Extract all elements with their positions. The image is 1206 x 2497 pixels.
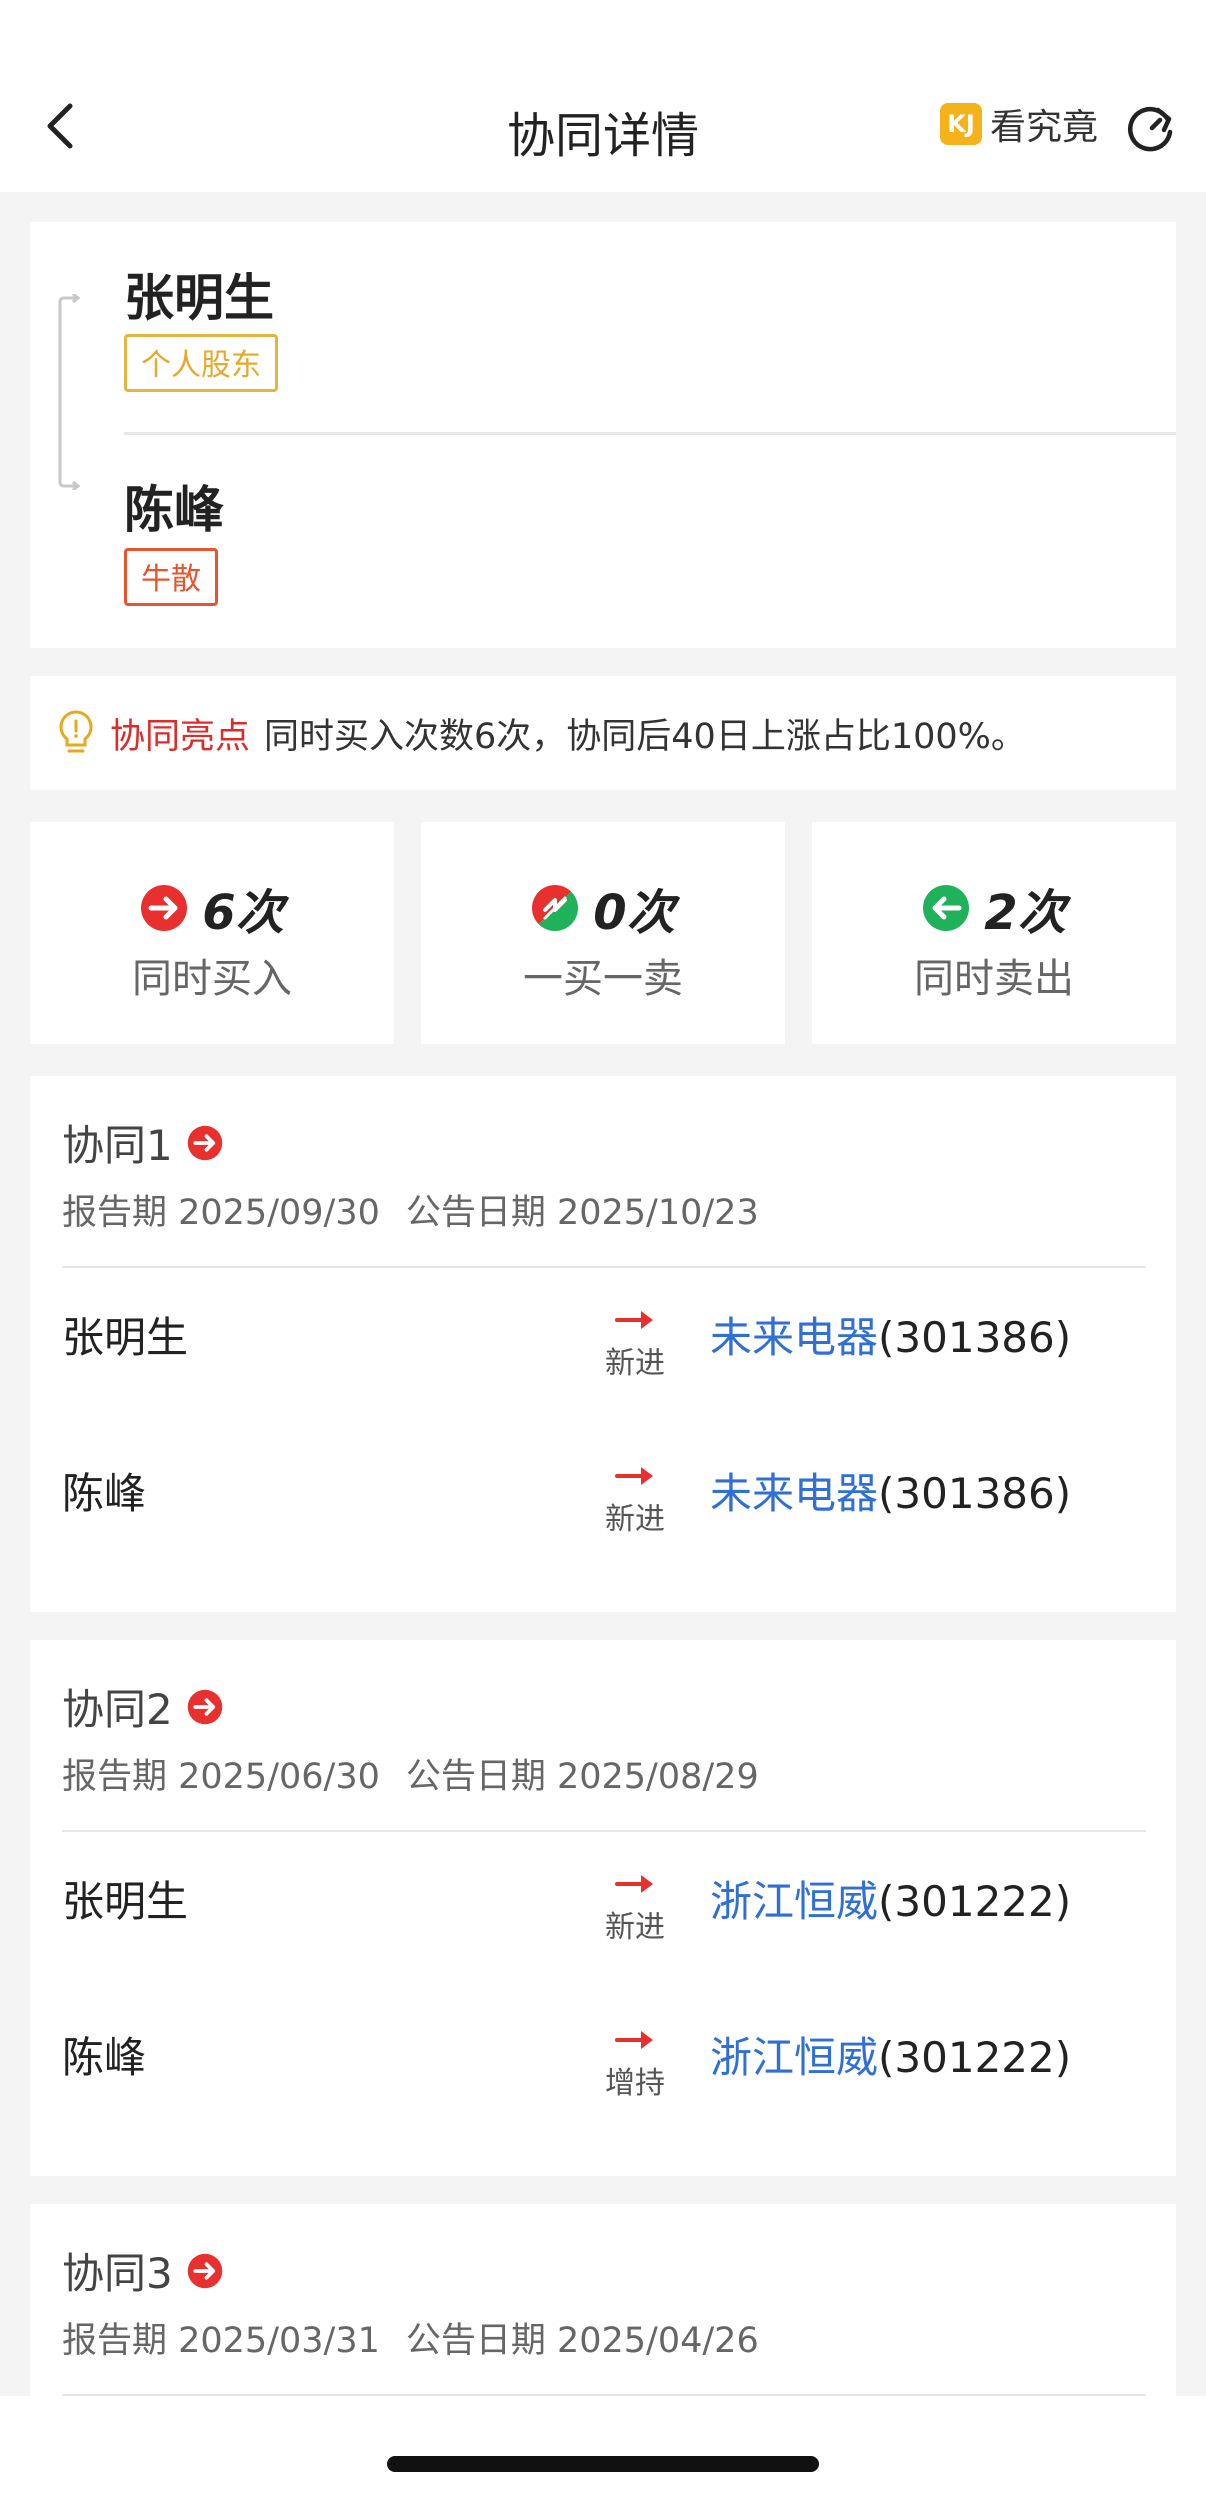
holding-row: 张明生 新进 浙江恒威(301222): [30, 1868, 1176, 1988]
stat-sell-together[interactable]: 2次 同时卖出: [812, 822, 1176, 1044]
announce-date: 公告日期 2025/10/23: [405, 1193, 759, 1233]
stock-link[interactable]: 未来电器(301386): [710, 1304, 1071, 1365]
report-period: 报告期 2025/09/30: [62, 1193, 380, 1233]
stock-name[interactable]: 未来电器: [710, 1313, 878, 1362]
report-period: 报告期 2025/03/31: [62, 2321, 380, 2361]
stat-buy-together[interactable]: 6次 同时买入: [30, 822, 394, 1044]
stock-name[interactable]: 浙江恒威: [710, 2033, 878, 2082]
stat-buy-sell[interactable]: 0次 一买一卖: [421, 822, 785, 1044]
link-bracket-icon: [58, 294, 80, 490]
holder-name: 张明生: [62, 1877, 189, 1926]
highlight-bar: 协同亮点 同时买入次数6次，协同后40日上涨占比100%。: [30, 676, 1176, 790]
buy-arrow-icon: [187, 1125, 222, 1160]
xietong-card-1: 协同1 报告期 2025/09/30 公告日期 2025/10/23 张明生 新进…: [30, 1076, 1176, 1612]
xietong-card-2: 协同2 报告期 2025/06/30 公告日期 2025/08/29 张明生 新进…: [30, 1640, 1176, 2176]
people-card: 张明生 个人股东 陈峰 牛散: [30, 222, 1176, 648]
holder-name: 张明生: [62, 1313, 189, 1362]
xietong-title-text: 协同2: [62, 1685, 173, 1734]
report-period: 报告期 2025/06/30: [62, 1757, 380, 1797]
stat-label: 同时买入: [132, 956, 292, 1002]
stat-label: 一买一卖: [523, 956, 683, 1002]
person-name-2[interactable]: 陈峰: [124, 470, 224, 542]
stock-link[interactable]: 浙江恒威(301222): [710, 2024, 1071, 2085]
kan-logo-icon: KJ: [940, 103, 982, 145]
person-name-1[interactable]: 张明生: [124, 258, 274, 330]
stock-link[interactable]: 浙江恒威(301222): [710, 1868, 1071, 1929]
xietong-dates: 报告期 2025/06/30 公告日期 2025/08/29: [62, 1748, 785, 1799]
stock-name[interactable]: 浙江恒威: [710, 1877, 878, 1926]
stock-link[interactable]: 未来电器(301386): [710, 1460, 1071, 1521]
divider: [62, 1266, 1146, 1268]
announce-date: 公告日期 2025/04/26: [405, 2321, 759, 2361]
holder-name: 陈峰: [62, 1469, 147, 1518]
stat-label: 同时卖出: [914, 956, 1074, 1002]
action-label: 增持: [605, 2066, 665, 2101]
right-arrow-icon: [615, 1875, 653, 1893]
buy-arrow-icon: [141, 885, 188, 931]
refresh-icon[interactable]: [1124, 100, 1180, 156]
buy-arrow-icon: [187, 2253, 222, 2288]
action-label: 新进: [605, 1910, 665, 1945]
right-arrow-icon: [615, 2031, 653, 2049]
xietong-title-text: 协同3: [62, 2249, 173, 2298]
holding-row: 陈峰 新进 未来电器(301386): [30, 1460, 1176, 1580]
holding-action: 增持: [570, 2024, 700, 2102]
action-label: 新进: [605, 1346, 665, 1381]
action-label: 新进: [605, 1502, 665, 1537]
person-tag-2: 牛散: [124, 548, 218, 606]
holding-action: 新进: [570, 1460, 700, 1538]
stat-count: 6次: [202, 885, 284, 941]
xietong-title: 协同2: [62, 1676, 223, 1737]
xietong-title: 协同1: [62, 1112, 223, 1173]
divider: [62, 1830, 1146, 1832]
nav-bar: 协同详情 KJ 看究竟: [0, 60, 1206, 192]
right-arrow-icon: [615, 1467, 653, 1485]
kan-jiujing-button[interactable]: KJ 看究竟: [940, 102, 1098, 148]
xietong-title: 协同3: [62, 2240, 223, 2301]
stat-count: 2次: [984, 885, 1066, 941]
buy-sell-icon: [532, 885, 579, 931]
stock-code: (301386): [878, 1469, 1072, 1518]
bottom-safe-area: [0, 2396, 1206, 2497]
kan-jiujing-label: 看究竟: [990, 107, 1099, 148]
divider: [124, 432, 1176, 435]
home-indicator[interactable]: [387, 2456, 819, 2472]
xietong-card-3: 协同3 报告期 2025/03/31 公告日期 2025/04/26: [30, 2204, 1176, 2396]
stock-code: (301222): [878, 1877, 1072, 1926]
xietong-title-text: 协同1: [62, 1121, 173, 1170]
xietong-dates: 报告期 2025/09/30 公告日期 2025/10/23: [62, 1184, 785, 1235]
stock-code: (301386): [878, 1313, 1072, 1362]
sell-arrow-icon: [923, 885, 970, 931]
lightbulb-icon: [59, 710, 93, 753]
announce-date: 公告日期 2025/08/29: [405, 1757, 759, 1797]
stock-name[interactable]: 未来电器: [710, 1469, 878, 1518]
holder-name: 陈峰: [62, 2033, 147, 2082]
xietong-dates: 报告期 2025/03/31 公告日期 2025/04/26: [62, 2312, 785, 2363]
right-arrow-icon: [615, 1311, 653, 1329]
holding-row: 陈峰 增持 浙江恒威(301222): [30, 2024, 1176, 2144]
highlight-text: 同时买入次数6次，协同后40日上涨占比100%。: [264, 716, 1026, 757]
holding-action: 新进: [570, 1868, 700, 1946]
holding-row: 张明生 新进 未来电器(301386): [30, 1304, 1176, 1424]
buy-arrow-icon: [187, 1689, 222, 1724]
highlight-label: 协同亮点: [110, 716, 251, 757]
holding-action: 新进: [570, 1304, 700, 1382]
stock-code: (301222): [878, 2033, 1072, 2082]
stat-count: 0次: [593, 885, 675, 941]
person-tag-1: 个人股东: [124, 334, 278, 392]
